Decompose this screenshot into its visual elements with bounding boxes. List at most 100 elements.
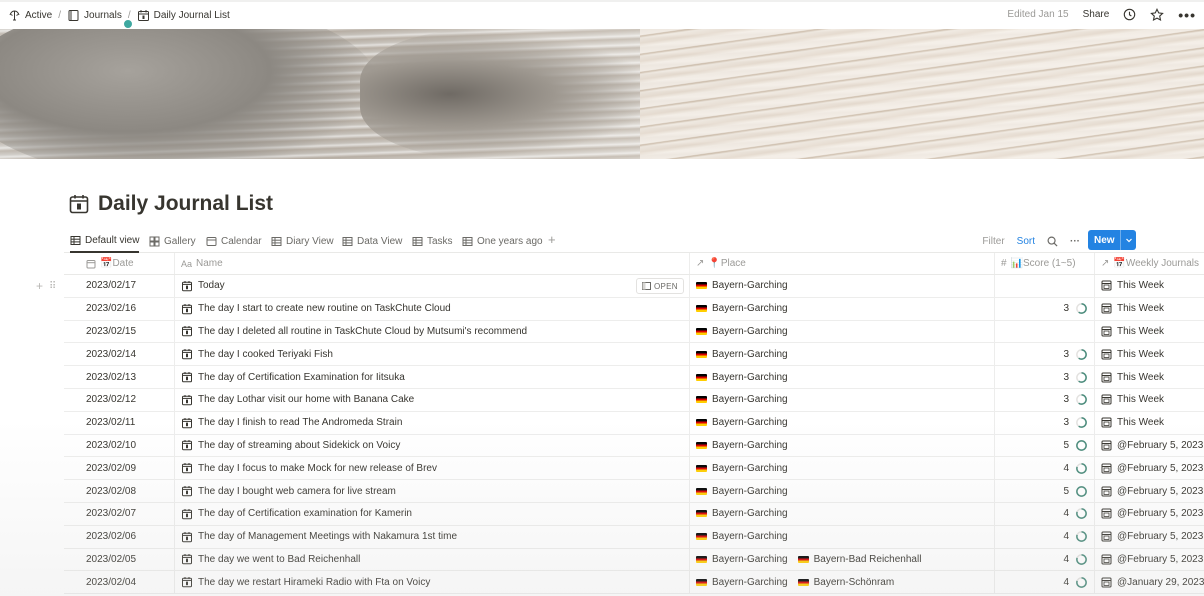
place-tag[interactable]: Bayern-Bad Reichenhall xyxy=(797,554,921,565)
view-tab[interactable]: Gallery xyxy=(149,229,196,253)
table-row[interactable]: 2023/02/09 The day I focus to make Mock f… xyxy=(64,457,1204,481)
name-cell[interactable]: The day I start to create new routine on… xyxy=(174,297,689,320)
table-row[interactable]: 2023/02/14 The day I cooked Teriyaki Fish… xyxy=(64,343,1204,367)
place-cell[interactable]: Bayern-Garching xyxy=(689,525,994,548)
place-cell[interactable]: Bayern-Garching xyxy=(689,343,994,366)
table-row[interactable]: 2023/02/17 Today OPEN Bayern-Garching This W… xyxy=(64,275,1204,298)
name-cell[interactable]: The day of streaming about Sidekick on V… xyxy=(174,434,689,457)
table-row[interactable]: 2023/02/12 The day Lothar visit our home … xyxy=(64,388,1204,412)
more-options-icon[interactable]: ••• xyxy=(1178,7,1196,23)
table-row[interactable]: 2023/02/11 The day I finish to read The A… xyxy=(64,411,1204,435)
score-cell[interactable]: 4 xyxy=(994,548,1094,571)
weekly-journal-cell[interactable]: @January 29, 2023 xyxy=(1094,571,1204,594)
table-row[interactable]: 2023/02/04 The day we restart Hirameki Ra… xyxy=(64,571,1204,595)
date-cell[interactable]: 2023/02/13 xyxy=(64,366,174,388)
place-tag[interactable]: Bayern-Garching xyxy=(696,554,788,565)
score-cell[interactable]: 5 xyxy=(994,434,1094,457)
place-tag[interactable]: Bayern-Garching xyxy=(696,417,788,428)
place-tag[interactable]: Bayern-Garching xyxy=(696,326,788,337)
date-cell[interactable]: 2023/02/07 xyxy=(64,503,174,525)
place-cell[interactable]: Bayern-Garching xyxy=(689,297,994,320)
place-cell[interactable]: Bayern-Garching xyxy=(689,366,994,388)
weekly-journal-cell[interactable]: This Week xyxy=(1094,320,1204,343)
date-cell[interactable]: 2023/02/14 xyxy=(64,343,174,365)
name-cell[interactable]: The day I deleted all routine in TaskChu… xyxy=(174,320,689,343)
date-cell[interactable]: 2023/02/17 xyxy=(64,275,174,297)
weekly-journal-cell[interactable]: @February 5, 2023 xyxy=(1094,434,1204,457)
score-cell[interactable]: 3 xyxy=(994,297,1094,320)
new-button[interactable]: New xyxy=(1088,230,1136,250)
table-row[interactable]: 2023/02/07 The day of Certification exami… xyxy=(64,502,1204,526)
view-tab[interactable]: Diary View xyxy=(271,229,334,253)
view-tab[interactable]: Data View xyxy=(342,229,402,253)
open-page-button[interactable]: OPEN xyxy=(636,278,684,294)
row-handle[interactable]: + ⠿ xyxy=(36,279,56,293)
view-tab[interactable]: Calendar xyxy=(206,229,262,253)
score-cell[interactable] xyxy=(994,320,1094,343)
weekly-journal-cell[interactable]: @February 5, 2023 xyxy=(1094,480,1204,502)
column-name[interactable]: Aa Name xyxy=(174,253,689,274)
view-tab[interactable]: One years ago xyxy=(462,229,543,253)
place-cell[interactable]: Bayern-Garching xyxy=(689,275,994,297)
place-tag[interactable]: Bayern-Garching xyxy=(696,349,788,360)
table-row[interactable]: 2023/02/10 The day of streaming about Sid… xyxy=(64,434,1204,458)
date-cell[interactable]: 2023/02/05 xyxy=(64,549,174,571)
weekly-journal-cell[interactable]: This Week xyxy=(1094,388,1204,411)
name-cell[interactable]: The day of Management Meetings with Naka… xyxy=(174,525,689,548)
score-cell[interactable]: 5 xyxy=(994,480,1094,502)
weekly-journal-cell[interactable]: This Week xyxy=(1094,275,1204,297)
place-cell[interactable]: Bayern-Garching Bayern-Schönram xyxy=(689,571,994,594)
place-tag[interactable]: Bayern-Schönram xyxy=(797,577,894,588)
column-place[interactable]: ↗ 📍Place xyxy=(689,253,994,274)
score-cell[interactable]: 4 xyxy=(994,457,1094,480)
add-view-button[interactable]: + xyxy=(548,229,556,253)
place-tag[interactable]: Bayern-Garching xyxy=(696,394,788,405)
name-cell[interactable]: The day of Certification Examination for… xyxy=(174,366,689,388)
date-cell[interactable]: 2023/02/15 xyxy=(64,321,174,343)
column-date[interactable]: 📅Date xyxy=(64,253,174,274)
table-row[interactable]: 2023/02/13 The day of Certification Exami… xyxy=(64,366,1204,389)
more-view-options[interactable]: ··· xyxy=(1070,236,1080,247)
date-cell[interactable]: 2023/02/06 xyxy=(64,526,174,548)
name-cell[interactable]: The day I finish to read The Andromeda S… xyxy=(174,411,689,434)
date-cell[interactable]: 2023/02/10 xyxy=(64,435,174,457)
place-tag[interactable]: Bayern-Garching xyxy=(696,508,788,519)
place-tag[interactable]: Bayern-Garching xyxy=(696,372,788,383)
place-tag[interactable]: Bayern-Garching xyxy=(696,463,788,474)
weekly-journal-cell[interactable]: @February 5, 2023 xyxy=(1094,457,1204,480)
breadcrumb-item[interactable]: Daily Journal List xyxy=(137,9,230,22)
score-cell[interactable] xyxy=(994,275,1094,297)
place-tag[interactable]: Bayern-Garching xyxy=(696,440,788,451)
place-cell[interactable]: Bayern-Garching xyxy=(689,434,994,457)
date-cell[interactable]: 2023/02/16 xyxy=(64,298,174,320)
weekly-journal-cell[interactable]: This Week xyxy=(1094,343,1204,366)
score-cell[interactable]: 3 xyxy=(994,388,1094,411)
name-cell[interactable]: The day I focus to make Mock for new rel… xyxy=(174,457,689,480)
place-cell[interactable]: Bayern-Garching xyxy=(689,388,994,411)
date-cell[interactable]: 2023/02/04 xyxy=(64,571,174,593)
place-tag[interactable]: Bayern-Garching xyxy=(696,303,788,314)
name-cell[interactable]: The day of Certification examination for… xyxy=(174,502,689,525)
drag-handle-icon[interactable]: ⠿ xyxy=(49,281,56,292)
view-tab[interactable]: Default view xyxy=(70,229,140,253)
place-cell[interactable]: Bayern-Garching xyxy=(689,320,994,343)
breadcrumb-item[interactable]: Journals xyxy=(67,9,122,22)
add-row-icon[interactable]: + xyxy=(36,279,43,293)
date-cell[interactable]: 2023/02/12 xyxy=(64,389,174,411)
breadcrumb-item[interactable]: Active xyxy=(8,9,52,22)
date-cell[interactable]: 2023/02/09 xyxy=(64,457,174,479)
weekly-journal-cell[interactable]: This Week xyxy=(1094,366,1204,388)
table-row[interactable]: 2023/02/06 The day of Management Meetings… xyxy=(64,525,1204,549)
clock-icon[interactable] xyxy=(1123,8,1136,21)
place-tag[interactable]: Bayern-Garching xyxy=(696,486,788,497)
sort-button[interactable]: Sort xyxy=(1017,236,1035,247)
chevron-down-icon[interactable] xyxy=(1120,230,1136,250)
place-tag[interactable]: Bayern-Garching xyxy=(696,280,788,291)
place-cell[interactable]: Bayern-Garching xyxy=(689,502,994,525)
score-cell[interactable]: 4 xyxy=(994,571,1094,594)
score-cell[interactable]: 3 xyxy=(994,411,1094,434)
name-cell[interactable]: Today xyxy=(174,275,689,297)
share-button[interactable]: Share xyxy=(1083,9,1110,20)
place-cell[interactable]: Bayern-Garching Bayern-Bad Reichenhall xyxy=(689,548,994,571)
view-tab[interactable]: Tasks xyxy=(412,229,453,253)
